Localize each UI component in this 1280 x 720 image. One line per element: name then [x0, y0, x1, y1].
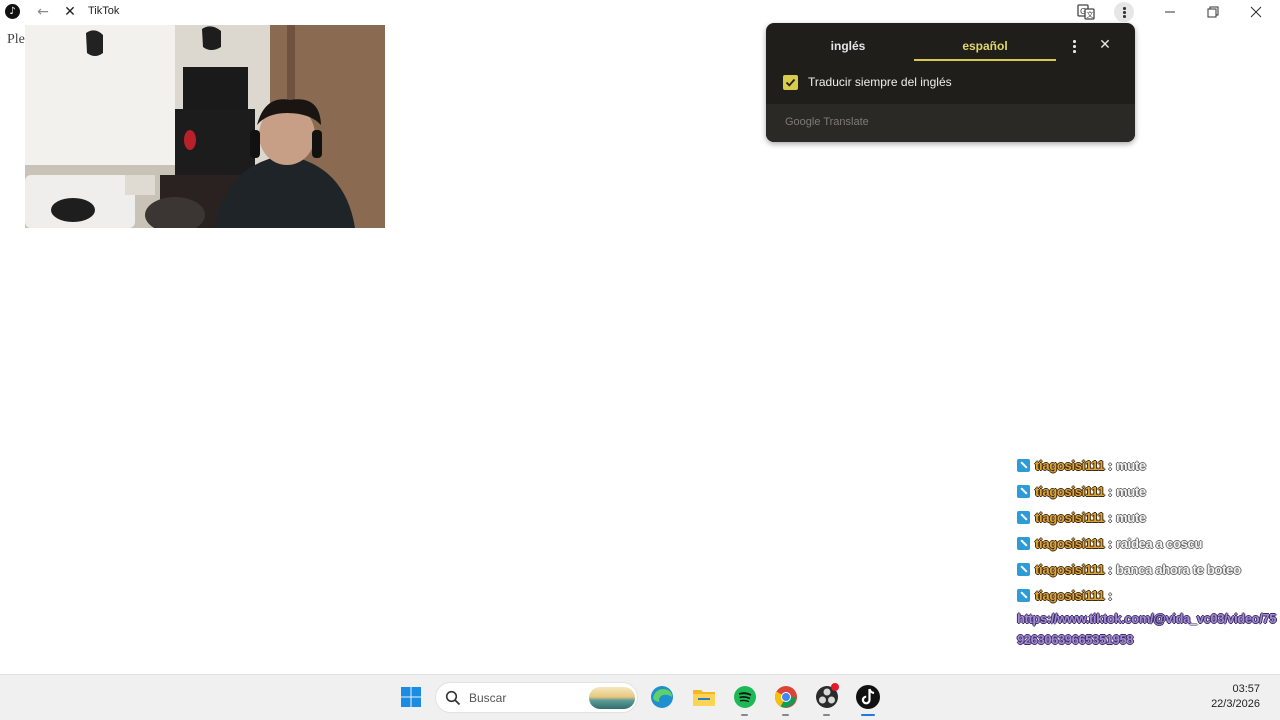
clock-time[interactable]: 03:57 — [1190, 683, 1260, 695]
translate-footer: Google Translate — [766, 104, 1135, 142]
chat-message: tiagosisi111 : mute — [1017, 458, 1279, 484]
chat-username: tiagosisi111 — [1035, 484, 1105, 499]
restore-icon[interactable] — [1203, 2, 1223, 22]
taskbar: Buscar 03:57 22/3/2026 — [0, 674, 1280, 720]
chat-separator: : — [1104, 588, 1113, 603]
window-title: TikTok — [88, 5, 120, 17]
chrome-icon[interactable] — [772, 683, 800, 716]
chat-message: tiagosisi111 : — [1017, 588, 1279, 614]
translate-icon[interactable]: G 文 — [1076, 3, 1096, 21]
chat-overlay: tiagosisi111 : mute tiagosisi111 : mute … — [1017, 458, 1279, 650]
tab-espanol[interactable]: español — [914, 23, 1056, 61]
translate-popup: inglés español ✕ Traducir siempre del in… — [766, 23, 1135, 142]
minimize-icon[interactable] — [1160, 2, 1180, 22]
close-window-icon[interactable] — [1246, 2, 1266, 22]
running-indicator — [782, 714, 789, 716]
search-highlight-image — [589, 687, 635, 709]
active-indicator — [861, 714, 875, 716]
chat-username: tiagosisi111 — [1035, 562, 1105, 577]
svg-text:文: 文 — [1087, 10, 1094, 19]
badge-icon — [1017, 459, 1030, 472]
translate-options-icon[interactable] — [1064, 37, 1084, 55]
tiktok-icon: ♪ — [5, 4, 20, 19]
tiktok-icon[interactable] — [854, 683, 882, 716]
chat-username: tiagosisi111 — [1035, 536, 1105, 551]
badge-icon — [1017, 485, 1030, 498]
chat-username: tiagosisi111 — [1035, 458, 1105, 473]
stop-loading-icon[interactable]: ✕ — [61, 3, 79, 21]
chat-username: tiagosisi111 — [1035, 588, 1105, 603]
chat-message: tiagosisi111 : banca ahora te boteo — [1017, 562, 1279, 588]
running-indicator — [741, 714, 748, 716]
clock-date[interactable]: 22/3/2026 — [1190, 698, 1260, 710]
chat-separator: : — [1104, 562, 1116, 577]
search-icon — [445, 690, 461, 706]
running-indicator — [823, 714, 830, 716]
chat-separator: : — [1104, 458, 1116, 473]
page-partial-text: Ple — [7, 32, 25, 47]
obs-icon[interactable] — [813, 683, 841, 716]
chat-separator: : — [1104, 536, 1116, 551]
chat-text: mute — [1115, 484, 1146, 499]
google-translate-brand: Google Translate — [785, 116, 869, 128]
close-icon[interactable]: ✕ — [1096, 36, 1114, 54]
chat-username: tiagosisi111 — [1035, 510, 1105, 525]
chat-link[interactable]: https://www.tiktok.com/@vida_vc03/video/… — [1017, 608, 1279, 650]
always-translate-checkbox[interactable] — [783, 75, 798, 90]
always-translate-label[interactable]: Traducir siempre del inglés — [808, 75, 952, 89]
chat-text: mute — [1115, 458, 1146, 473]
badge-icon — [1017, 563, 1030, 576]
chat-separator: : — [1104, 484, 1116, 499]
taskbar-search[interactable]: Buscar — [435, 682, 638, 713]
spotify-icon[interactable] — [731, 683, 759, 716]
tab-ingles[interactable]: inglés — [784, 23, 912, 61]
chat-text: raidea a coscu — [1115, 536, 1203, 551]
back-arrow-icon[interactable]: ← — [34, 3, 52, 21]
chat-separator: : — [1104, 510, 1116, 525]
badge-icon — [1017, 589, 1030, 602]
more-vertical-icon[interactable] — [1114, 2, 1134, 22]
windows-start-icon[interactable] — [400, 686, 422, 708]
webcam-video[interactable] — [25, 25, 385, 228]
chat-text: banca ahora te boteo — [1115, 562, 1241, 577]
badge-icon — [1017, 537, 1030, 550]
badge-icon — [1017, 511, 1030, 524]
search-placeholder: Buscar — [469, 691, 507, 705]
chat-message: tiagosisi111 : mute — [1017, 510, 1279, 536]
window-title-bar: ♪ ← ✕ TikTok G 文 — [0, 0, 1280, 24]
edge-icon[interactable] — [648, 683, 676, 711]
chat-text: mute — [1115, 510, 1146, 525]
chat-message: tiagosisi111 : mute — [1017, 484, 1279, 510]
file-explorer-icon[interactable] — [690, 683, 718, 711]
chat-message: tiagosisi111 : raidea a coscu — [1017, 536, 1279, 562]
